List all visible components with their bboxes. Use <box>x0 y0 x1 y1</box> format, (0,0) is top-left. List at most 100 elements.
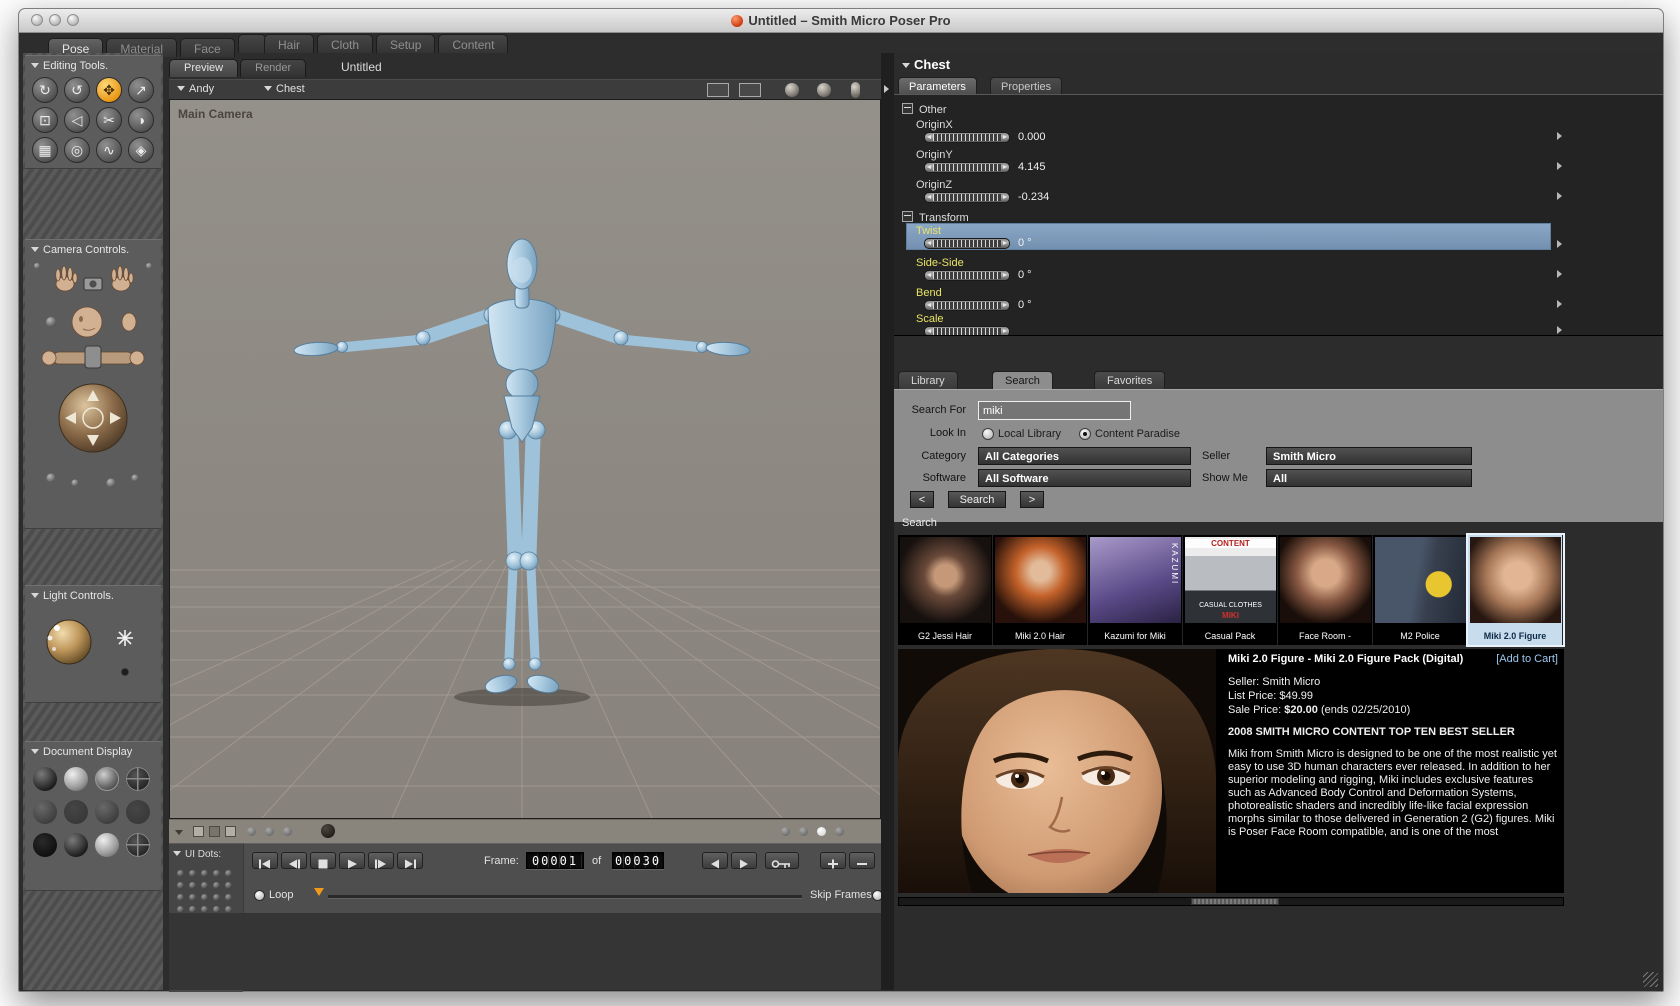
tab-setup[interactable]: Setup <box>376 34 436 53</box>
camera-select-dot[interactable] <box>781 827 790 836</box>
tab-face[interactable]: Face <box>180 38 235 57</box>
display-style-cartoon-button[interactable] <box>126 833 150 857</box>
local-library-label[interactable]: Local Library <box>998 428 1061 440</box>
ui-dot[interactable] <box>225 894 232 901</box>
tool-taper-button[interactable]: ◁ <box>64 107 90 133</box>
current-frame-field[interactable]: 00001 <box>526 852 584 869</box>
collapse-group-icon[interactable] <box>902 103 913 114</box>
display-style-wireframe-button[interactable] <box>126 767 150 791</box>
bend-dial[interactable] <box>924 300 1010 311</box>
content-paradise-radio[interactable] <box>1079 428 1091 440</box>
camera-select-dot[interactable] <box>799 827 808 836</box>
search-button[interactable]: Search <box>948 491 1006 508</box>
param-menu-arrow-icon[interactable] <box>1557 300 1562 308</box>
originz-dial[interactable] <box>924 192 1010 203</box>
result-miki-20-figure-selected[interactable]: Miki 2.0 Figure <box>1466 533 1565 647</box>
ui-dot[interactable] <box>225 906 232 913</box>
result-m2-police[interactable]: M2 Police <box>1373 535 1468 645</box>
tab-hair[interactable] <box>237 34 266 53</box>
light-controls-widget[interactable] <box>25 602 161 701</box>
ui-dot[interactable] <box>225 870 232 877</box>
ui-dots-disclosure-icon[interactable] <box>173 851 181 856</box>
display-dot-button[interactable] <box>247 827 256 836</box>
pane-layout-button[interactable] <box>225 826 236 837</box>
tracking-fast-button[interactable] <box>817 83 831 97</box>
viewport-3d-canvas[interactable] <box>170 100 880 818</box>
viewport[interactable]: Main Camera <box>169 99 881 819</box>
camera-name-label[interactable]: Main Camera <box>178 107 253 121</box>
depth-sphere-icon[interactable] <box>321 824 335 838</box>
tab-render[interactable]: Render <box>240 59 307 77</box>
param-menu-arrow-icon[interactable] <box>1557 192 1562 200</box>
actor-header[interactable]: Chest <box>902 57 950 72</box>
result-miki-20-hair[interactable]: Miki 2.0 Hair <box>993 535 1088 645</box>
side-side-dial[interactable] <box>924 270 1010 281</box>
tab-favorites[interactable]: Favorites <box>1094 371 1166 389</box>
camera-select-dot[interactable] <box>835 827 844 836</box>
tab-library[interactable]: Library <box>898 371 958 389</box>
display-style-button[interactable] <box>33 833 57 857</box>
tool-grouping-button[interactable]: ▦ <box>32 137 58 163</box>
previous-keyframe-button[interactable] <box>702 852 728 869</box>
ui-dot[interactable] <box>201 906 208 913</box>
camera-controls-widget[interactable] <box>25 256 161 525</box>
result-casual-pack[interactable]: CONTENT CASUAL CLOTHES MIKI Casual Pack <box>1183 535 1278 645</box>
document-display-disclosure-icon[interactable] <box>31 749 39 754</box>
edit-keyframes-button[interactable] <box>765 852 799 869</box>
editing-tools-disclosure-icon[interactable] <box>31 63 39 68</box>
figure-menu[interactable]: Andy <box>177 83 214 95</box>
next-results-button[interactable]: > <box>1020 491 1044 508</box>
tab-parameters[interactable]: Parameters <box>898 77 977 95</box>
ui-dot[interactable] <box>201 882 208 889</box>
content-paradise-label[interactable]: Content Paradise <box>1095 428 1180 440</box>
tool-translate-in-out-button[interactable]: ↗ <box>128 77 154 103</box>
ui-dot[interactable] <box>213 882 220 889</box>
add-keyframe-button[interactable] <box>820 852 846 869</box>
scale-dial[interactable] <box>924 326 1010 335</box>
pane-layout-button[interactable] <box>193 826 204 837</box>
timeline-scrub-marker[interactable] <box>314 888 324 896</box>
previous-results-button[interactable]: < <box>910 491 934 508</box>
param-menu-arrow-icon[interactable] <box>1557 162 1562 170</box>
originy-dial[interactable] <box>924 162 1010 173</box>
product-image[interactable] <box>898 649 1216 893</box>
display-style-button[interactable] <box>64 833 88 857</box>
ui-dot[interactable] <box>177 870 184 877</box>
display-style-smooth-button[interactable] <box>95 767 119 791</box>
camera-controls-disclosure-icon[interactable] <box>31 247 39 252</box>
pane-layout-button[interactable] <box>209 826 220 837</box>
shadow-button[interactable] <box>739 83 761 97</box>
param-menu-arrow-icon[interactable] <box>1557 132 1562 140</box>
add-to-cart-link[interactable]: [Add to Cart] <box>1496 653 1558 666</box>
tab-properties[interactable]: Properties <box>990 77 1063 95</box>
ui-dot[interactable] <box>213 894 220 901</box>
tab-preview[interactable]: Preview <box>169 59 239 77</box>
local-library-radio[interactable] <box>982 428 994 440</box>
delete-keyframe-button[interactable] <box>849 852 875 869</box>
depth-cue-button[interactable] <box>707 83 729 97</box>
scrollbar-thumb[interactable] <box>1191 898 1279 905</box>
display-dot-button[interactable] <box>283 827 292 836</box>
twist-dial[interactable] <box>924 238 1010 249</box>
display-style-button[interactable] <box>33 800 57 824</box>
search-input[interactable] <box>978 401 1131 420</box>
ui-dot[interactable] <box>201 870 208 877</box>
tab-search[interactable]: Search <box>992 371 1053 389</box>
ui-dot[interactable] <box>177 906 184 913</box>
detail-horizontal-scrollbar[interactable] <box>898 897 1564 906</box>
category-dropdown[interactable]: All Categories <box>978 447 1191 465</box>
tab-content[interactable]: Content <box>438 34 509 53</box>
tool-chain-break-button[interactable]: ✂ <box>96 107 122 133</box>
last-frame-button[interactable] <box>397 852 423 869</box>
seller-dropdown[interactable]: Smith Micro <box>1266 447 1472 465</box>
play-button[interactable] <box>339 852 365 869</box>
result-kazumi-for-miki[interactable]: KAZUMI Kazumi for Miki <box>1088 535 1183 645</box>
panel-divider[interactable] <box>881 53 894 990</box>
actor-menu[interactable]: Chest <box>264 83 305 95</box>
tool-translate-pull-button[interactable]: ✥ <box>96 77 122 103</box>
ui-dot[interactable] <box>189 882 196 889</box>
result-face-room[interactable]: Face Room - <box>1278 535 1373 645</box>
display-dot-button[interactable] <box>265 827 274 836</box>
tool-scale-button[interactable]: ⊡ <box>32 107 58 133</box>
collapse-group-icon[interactable] <box>902 211 913 222</box>
